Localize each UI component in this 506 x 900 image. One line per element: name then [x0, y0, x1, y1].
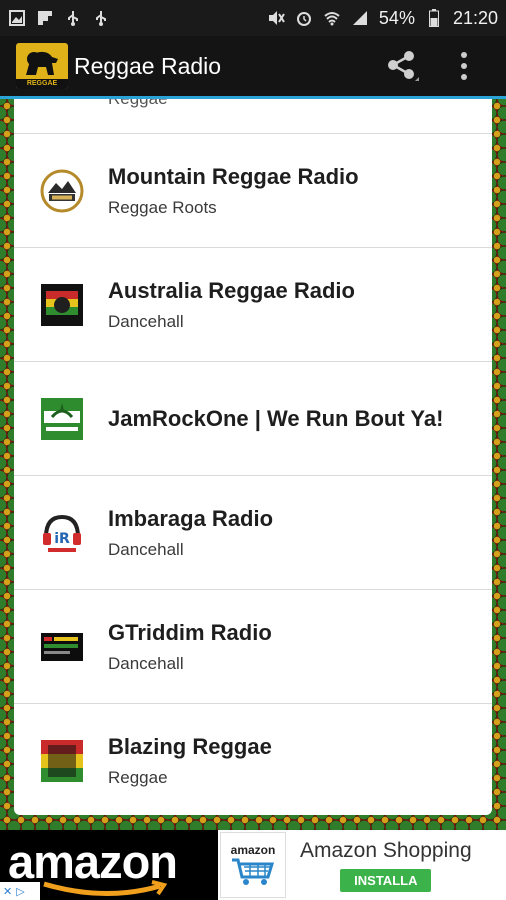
more-vert-icon	[461, 52, 467, 80]
amazon-app-icon-text: amazon	[230, 843, 276, 857]
jamrockone-logo	[40, 397, 84, 441]
list-item[interactable]: Reggae	[14, 99, 492, 134]
install-button[interactable]: INSTALLA	[340, 868, 432, 892]
status-bar: 54% 21:20	[0, 0, 506, 36]
share-icon	[388, 51, 419, 81]
mountain-reggae-logo	[40, 169, 84, 213]
system-icons: 54% 21:20	[267, 8, 498, 29]
station-genre: Reggae	[108, 768, 168, 787]
ad-title: Amazon Shopping	[300, 838, 472, 862]
notification-icons	[8, 9, 110, 27]
station-genre: Dancehall	[108, 311, 184, 331]
station-name: Imbaraga Radio	[108, 505, 274, 531]
clock: 21:20	[452, 7, 498, 28]
station-genre: Reggae	[108, 99, 168, 109]
station-genre: Reggae Roots	[108, 197, 217, 217]
station-name: Blazing Reggae	[108, 734, 272, 759]
app-title: Reggae Radio	[74, 52, 222, 79]
battery-icon	[425, 9, 443, 27]
usb-icon	[64, 9, 82, 27]
lion-icon	[26, 51, 58, 75]
amazon-smile-icon	[43, 880, 168, 897]
blazing-reggae-logo	[40, 739, 84, 783]
alarm-icon	[295, 9, 313, 27]
signal-icon	[351, 9, 369, 27]
amazon-ad-image[interactable]: amazon ✕ ▷	[0, 830, 218, 900]
action-bar: REGGAE RADIO Reggae Radio	[0, 36, 506, 99]
amazon-app-icon: amazon	[220, 832, 286, 898]
station-name: Australia Reggae Radio	[108, 277, 355, 303]
station-name: GTriddim Radio	[108, 619, 272, 645]
ad-banner[interactable]: amazon ✕ ▷ amazon Amazon Shopping INSTAL…	[0, 830, 506, 900]
ad-app-promo[interactable]: amazon Amazon Shopping INSTALLA	[218, 830, 506, 900]
list-item[interactable]: JamRockOne | We Run Bout Ya!	[14, 362, 492, 476]
app-logo[interactable]: REGGAE RADIO	[16, 43, 68, 89]
station-name: JamRockOne | We Run Bout Ya!	[108, 405, 444, 431]
adchoices-icon: ▷	[16, 885, 25, 898]
overflow-menu-button[interactable]	[444, 46, 484, 86]
list-item[interactable]: Blazing Reggae Reggae	[14, 704, 492, 815]
gtriddim-logo	[40, 625, 84, 669]
australia-reggae-logo	[40, 283, 84, 327]
station-name: Mountain Reggae Radio	[108, 163, 359, 189]
list-item[interactable]: Mountain Reggae Radio Reggae Roots	[14, 134, 492, 248]
list-item[interactable]: Australia Reggae Radio Dancehall	[14, 248, 492, 362]
share-button[interactable]	[382, 46, 422, 86]
flipboard-icon	[36, 9, 54, 27]
close-icon: ✕	[3, 885, 13, 898]
battery-percentage: 54%	[378, 7, 415, 28]
gallery-icon	[8, 9, 26, 27]
usb-debug-icon	[92, 9, 110, 27]
station-list[interactable]: Reggae Mountain Reggae Radio Reggae Root…	[14, 99, 492, 815]
station-genre: Dancehall	[108, 539, 184, 559]
svg-text:iR: iR	[54, 531, 70, 547]
app-logo-text: REGGAE RADIO	[16, 79, 68, 89]
imbaraga-logo: iR	[40, 511, 84, 555]
list-item[interactable]: iR Imbaraga Radio Dancehall	[14, 476, 492, 590]
ad-choices-button[interactable]: ✕ ▷	[0, 882, 40, 900]
station-genre: Dancehall	[108, 653, 184, 673]
list-item[interactable]: GTriddim Radio Dancehall	[14, 590, 492, 704]
shopping-cart-icon	[232, 858, 275, 885]
wifi-icon	[323, 9, 341, 27]
mute-icon	[267, 9, 285, 27]
